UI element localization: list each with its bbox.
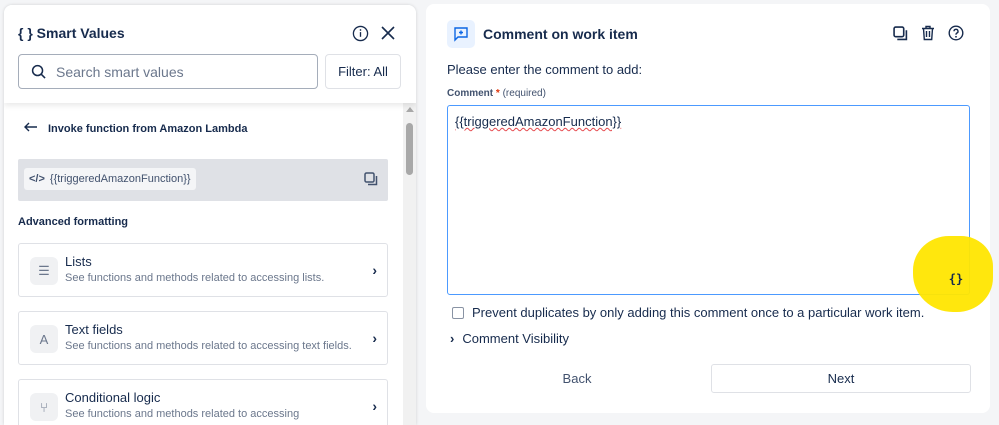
card-conditional-logic[interactable]: ⑂ Conditional logic See functions and me… xyxy=(18,379,388,425)
prompt-text: Please enter the comment to add: xyxy=(447,62,643,77)
action-title: Comment on work item xyxy=(483,26,638,42)
list-icon: ☰ xyxy=(30,257,58,285)
branch-icon: ⑂ xyxy=(30,393,58,421)
required-mark: * xyxy=(495,88,500,99)
arrow-left-icon xyxy=(24,122,38,135)
chevron-right-icon: › xyxy=(372,398,377,414)
smart-value-row[interactable]: </> {{triggeredAmazonFunction}} xyxy=(18,159,388,201)
comment-visibility-toggle[interactable]: › Comment Visibility xyxy=(450,331,569,346)
duplicate-icon[interactable] xyxy=(893,26,908,41)
card-title: Lists xyxy=(65,254,92,269)
back-button[interactable]: Back xyxy=(447,364,707,393)
smart-values-panel: { } Smart Values Filter: All Invoke func… xyxy=(4,5,416,425)
info-icon[interactable] xyxy=(350,23,370,43)
card-title: Conditional logic xyxy=(65,390,161,405)
prevent-duplicates-label: Prevent duplicates by only adding this c… xyxy=(472,305,925,320)
scrollbar[interactable] xyxy=(403,103,416,425)
next-button[interactable]: Next xyxy=(711,364,971,393)
card-description: See functions and methods related to acc… xyxy=(65,272,325,284)
chevron-right-icon: › xyxy=(450,331,455,346)
card-description: See functions and methods related to acc… xyxy=(65,408,300,420)
back-link-label: Invoke function from Amazon Lambda xyxy=(48,122,248,135)
panel-header: { } Smart Values Filter: All xyxy=(4,5,416,103)
help-icon[interactable] xyxy=(948,25,964,41)
prevent-duplicates-checkbox[interactable] xyxy=(452,307,464,319)
copy-icon[interactable] xyxy=(364,172,378,186)
smart-value-button[interactable]: {} xyxy=(943,266,969,292)
comment-value: {{triggeredAmazonFunction}} xyxy=(455,114,622,129)
comment-visibility-label: Comment Visibility xyxy=(462,331,570,346)
panel-title: { } Smart Values xyxy=(18,25,125,41)
chevron-right-icon: › xyxy=(372,330,377,346)
comment-textarea[interactable]: {{triggeredAmazonFunction}} xyxy=(447,105,970,295)
search-field[interactable] xyxy=(18,54,318,89)
search-input[interactable] xyxy=(56,63,296,80)
field-label: Comment xyxy=(447,88,494,99)
comment-label: Comment * (required) xyxy=(447,88,546,99)
section-heading: Advanced formatting xyxy=(18,216,129,228)
card-text-fields[interactable]: A Text fields See functions and methods … xyxy=(18,311,388,365)
required-text: (required) xyxy=(502,88,546,99)
filter-button[interactable]: Filter: All xyxy=(325,54,401,89)
close-icon[interactable] xyxy=(378,23,398,43)
comment-add-icon xyxy=(447,20,475,48)
smart-value-chip: </> {{triggeredAmazonFunction}} xyxy=(24,168,196,190)
trash-icon[interactable] xyxy=(921,25,935,41)
smart-value-text: {{triggeredAmazonFunction}} xyxy=(49,173,191,185)
action-card: Comment on work item Please enter the co… xyxy=(426,4,993,413)
code-icon: </> xyxy=(29,173,45,185)
scroll-up-arrow-icon[interactable] xyxy=(406,107,414,112)
search-icon xyxy=(31,64,46,79)
card-description: See functions and methods related to acc… xyxy=(65,340,352,352)
card-lists[interactable]: ☰ Lists See functions and methods relate… xyxy=(18,243,388,297)
back-link[interactable]: Invoke function from Amazon Lambda xyxy=(24,122,247,135)
text-icon: A xyxy=(30,325,58,353)
card-title: Text fields xyxy=(65,322,123,337)
scrollbar-thumb[interactable] xyxy=(406,123,413,175)
chevron-right-icon: › xyxy=(372,262,377,278)
